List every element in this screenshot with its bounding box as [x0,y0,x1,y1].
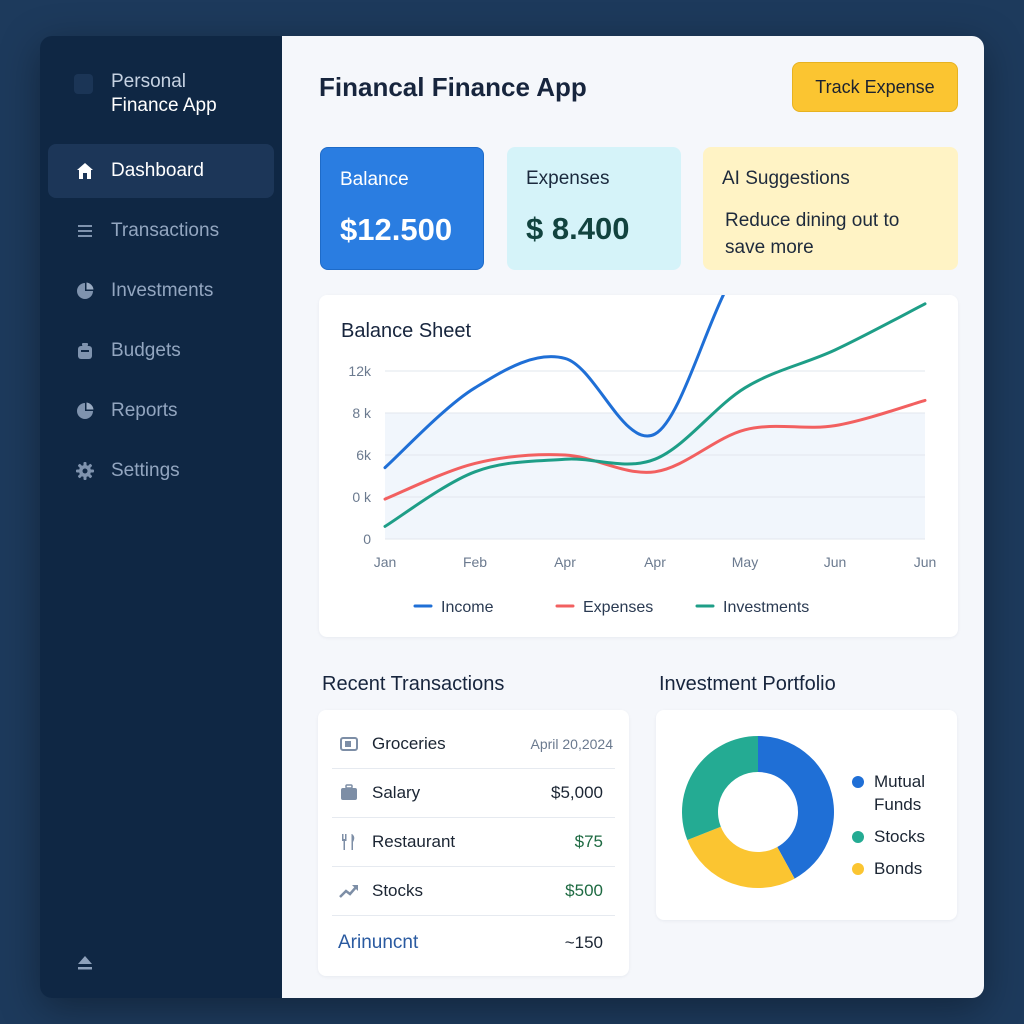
investment-portfolio-title: Investment Portfolio [659,673,836,695]
briefcase-icon [338,782,360,804]
wallet-icon [74,340,96,362]
legend-dot [852,776,864,788]
sidebar-item-label: Transactions [111,220,220,241]
legend-label: Funds [874,795,922,814]
x-tick-label: Feb [463,554,487,570]
x-tick-label: Apr [644,554,666,570]
investment-portfolio-card: Mutual Funds Stocks Bonds [656,710,957,920]
x-tick-label: Apr [554,554,576,570]
transaction-row[interactable]: Stocks $500 [332,867,615,916]
pie-icon [74,400,96,422]
balance-sheet-chart: 0 0 k 6k 8 k 12k Jan Feb Apr Apr May Jun Jun Income E… [348,295,937,616]
transaction-row[interactable]: Restaurant $75 [332,818,615,867]
balance-sheet-card: Balance Sheet 00 k 6k 8 k 12k Jan Feb Apr Apr Ma… [319,295,958,637]
main-content: Financal Finance App Track Expense Balan… [282,36,984,998]
x-tick-label: May [732,554,758,570]
transaction-amount: $5,000 [551,783,603,802]
ai-suggestions-label: AI Suggestions [722,168,850,189]
brand-line-2: Finance App [111,95,217,116]
ai-suggestion-text: Reduce dining out to save more [725,210,900,258]
transaction-footer-row: Arinuncnt ~150 [332,918,615,967]
y-tick-label: 8 k [352,405,372,421]
sidebar-item-reports[interactable]: Reports [48,384,274,438]
utensils-icon [338,831,360,853]
sidebar-item-label: Budgets [111,340,181,361]
donut-slice [687,826,795,888]
eject-icon[interactable] [74,952,96,974]
sidebar-item-investments[interactable]: Investments [48,264,274,318]
sidebar-item-label: Reports [111,400,178,421]
y-tick-label: 6k [356,447,372,463]
transaction-footer-amount: ~150 [564,932,603,952]
transaction-row[interactable]: Salary $5,000 [332,769,615,818]
legend-item-bonds: Bonds [852,857,922,880]
legend-dot [852,863,864,875]
brand-logo [74,74,93,94]
legend-label: Expenses [583,599,653,616]
track-expense-button[interactable]: Track Expense [792,62,958,112]
brand: Personal Finance App [74,70,217,118]
balance-label: Balance [340,169,409,190]
wallet-card-icon [338,733,360,755]
sidebar-nav: Dashboard Transactions Investments Budge… [48,144,274,504]
transaction-row[interactable]: Groceries April 20,2024 [332,720,615,769]
legend-item-stocks: Stocks [852,825,925,848]
sidebar-item-dashboard[interactable]: Dashboard [48,144,274,198]
y-tick-label: 12k [348,363,372,379]
sidebar-item-budgets[interactable]: Budgets [48,324,274,378]
legend-dot [852,831,864,843]
transaction-amount: $75 [574,832,603,851]
y-tick-label: 0 [363,531,371,547]
sidebar-item-transactions[interactable]: Transactions [48,204,274,258]
sidebar: Personal Finance App Dashboard Transacti… [40,36,282,998]
app-window: Personal Finance App Dashboard Transacti… [40,36,984,998]
list-icon [74,220,96,242]
transaction-name: Salary [372,783,421,802]
transaction-amount: $500 [565,881,603,900]
gear-icon [74,460,96,482]
ai-suggestions-card[interactable]: AI Suggestions Reduce dining out to save… [703,147,958,270]
recent-transactions-title: Recent Transactions [322,673,505,695]
legend-label: Bonds [874,859,923,878]
y-tick-label: 0 k [352,489,372,505]
legend-item-mutual-funds: Mutual Funds [852,770,925,816]
balance-card[interactable]: Balance $12.500 [320,147,484,270]
transaction-name: Restaurant [372,832,456,851]
transaction-name: Stocks [372,881,424,900]
trend-up-icon [338,880,360,902]
brand-line-1: Personal [111,71,186,92]
all-transactions-link[interactable]: Arinuncnt [338,932,565,954]
sidebar-item-label: Investments [111,280,214,301]
transaction-name: Groceries [372,734,446,753]
x-tick-label: Jun [914,554,937,570]
donut-slice [682,736,758,840]
expenses-card[interactable]: Expenses $ 8.400 [507,147,681,270]
x-tick-label: Jun [824,554,847,570]
legend-label: Mutual [874,772,926,791]
expenses-value: $ 8.400 [526,211,630,246]
x-tick-label: Jan [374,554,397,570]
balance-value: $12.500 [340,212,453,247]
portfolio-donut-chart [682,736,834,888]
legend-label: Investments [723,599,809,616]
pie-icon [74,280,96,302]
sidebar-item-label: Dashboard [111,160,204,181]
transaction-date: April 20,2024 [530,736,613,752]
sidebar-item-label: Settings [111,460,180,481]
sidebar-item-settings[interactable]: Settings [48,444,274,498]
home-icon [74,160,96,182]
page-title: Financal Finance App [319,72,587,102]
legend-label: Stocks [874,827,926,846]
recent-transactions-card: Groceries April 20,2024 Salary $5,000 Re… [318,710,629,976]
legend-label: Income [441,599,494,616]
expenses-label: Expenses [526,168,610,189]
